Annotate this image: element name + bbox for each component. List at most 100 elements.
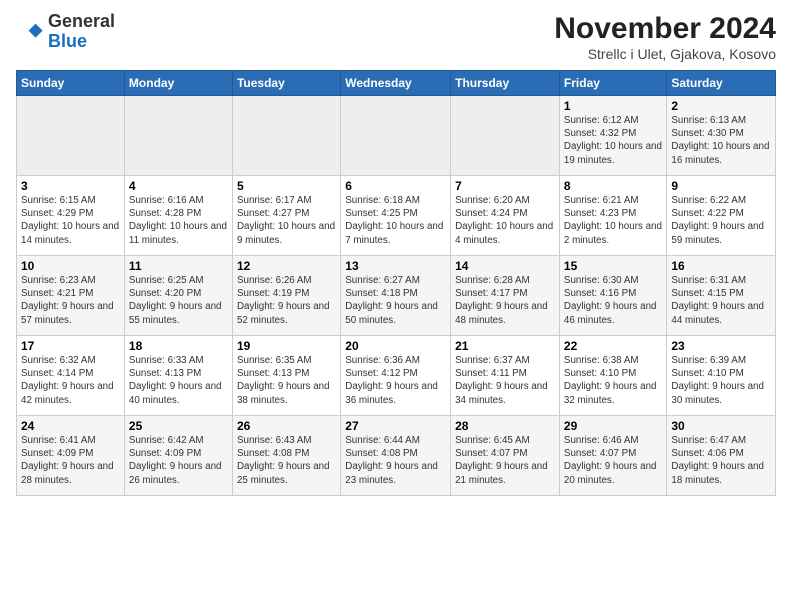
calendar-day bbox=[341, 96, 451, 176]
calendar-week: 10Sunrise: 6:23 AMSunset: 4:21 PMDayligh… bbox=[17, 256, 776, 336]
day-number: 28 bbox=[455, 419, 555, 433]
logo-general: General bbox=[48, 11, 115, 31]
calendar-day: 25Sunrise: 6:42 AMSunset: 4:09 PMDayligh… bbox=[124, 416, 232, 496]
calendar: SundayMondayTuesdayWednesdayThursdayFrid… bbox=[16, 70, 776, 496]
day-detail: Sunrise: 6:15 AMSunset: 4:29 PMDaylight:… bbox=[21, 194, 120, 247]
day-number: 27 bbox=[345, 419, 446, 433]
day-detail: Sunrise: 6:25 AMSunset: 4:20 PMDaylight:… bbox=[129, 274, 228, 327]
day-detail: Sunrise: 6:17 AMSunset: 4:27 PMDaylight:… bbox=[237, 194, 336, 247]
weekday-header: SundayMondayTuesdayWednesdayThursdayFrid… bbox=[17, 71, 776, 96]
day-number: 25 bbox=[129, 419, 228, 433]
day-detail: Sunrise: 6:23 AMSunset: 4:21 PMDaylight:… bbox=[21, 274, 120, 327]
day-number: 24 bbox=[21, 419, 120, 433]
day-detail: Sunrise: 6:37 AMSunset: 4:11 PMDaylight:… bbox=[455, 354, 555, 407]
calendar-day bbox=[124, 96, 232, 176]
weekday-header-cell: Sunday bbox=[17, 71, 125, 96]
day-number: 1 bbox=[564, 99, 662, 113]
day-detail: Sunrise: 6:31 AMSunset: 4:15 PMDaylight:… bbox=[671, 274, 771, 327]
day-number: 16 bbox=[671, 259, 771, 273]
calendar-day: 29Sunrise: 6:46 AMSunset: 4:07 PMDayligh… bbox=[559, 416, 666, 496]
day-number: 20 bbox=[345, 339, 446, 353]
day-number: 15 bbox=[564, 259, 662, 273]
day-detail: Sunrise: 6:42 AMSunset: 4:09 PMDaylight:… bbox=[129, 434, 228, 487]
calendar-day: 13Sunrise: 6:27 AMSunset: 4:18 PMDayligh… bbox=[341, 256, 451, 336]
month-title: November 2024 bbox=[554, 12, 776, 46]
day-detail: Sunrise: 6:22 AMSunset: 4:22 PMDaylight:… bbox=[671, 194, 771, 247]
calendar-day: 11Sunrise: 6:25 AMSunset: 4:20 PMDayligh… bbox=[124, 256, 232, 336]
day-detail: Sunrise: 6:26 AMSunset: 4:19 PMDaylight:… bbox=[237, 274, 336, 327]
day-detail: Sunrise: 6:33 AMSunset: 4:13 PMDaylight:… bbox=[129, 354, 228, 407]
location: Strellc i Ulet, Gjakova, Kosovo bbox=[554, 46, 776, 62]
calendar-day: 30Sunrise: 6:47 AMSunset: 4:06 PMDayligh… bbox=[667, 416, 776, 496]
calendar-day: 6Sunrise: 6:18 AMSunset: 4:25 PMDaylight… bbox=[341, 176, 451, 256]
calendar-day: 12Sunrise: 6:26 AMSunset: 4:19 PMDayligh… bbox=[232, 256, 340, 336]
day-detail: Sunrise: 6:39 AMSunset: 4:10 PMDaylight:… bbox=[671, 354, 771, 407]
day-detail: Sunrise: 6:38 AMSunset: 4:10 PMDaylight:… bbox=[564, 354, 662, 407]
day-detail: Sunrise: 6:44 AMSunset: 4:08 PMDaylight:… bbox=[345, 434, 446, 487]
day-detail: Sunrise: 6:41 AMSunset: 4:09 PMDaylight:… bbox=[21, 434, 120, 487]
weekday-header-cell: Thursday bbox=[451, 71, 560, 96]
day-number: 21 bbox=[455, 339, 555, 353]
calendar-day: 16Sunrise: 6:31 AMSunset: 4:15 PMDayligh… bbox=[667, 256, 776, 336]
calendar-day: 8Sunrise: 6:21 AMSunset: 4:23 PMDaylight… bbox=[559, 176, 666, 256]
day-detail: Sunrise: 6:35 AMSunset: 4:13 PMDaylight:… bbox=[237, 354, 336, 407]
header: General Blue November 2024 Strellc i Ule… bbox=[16, 12, 776, 62]
calendar-day: 19Sunrise: 6:35 AMSunset: 4:13 PMDayligh… bbox=[232, 336, 340, 416]
day-number: 30 bbox=[671, 419, 771, 433]
weekday-header-cell: Friday bbox=[559, 71, 666, 96]
calendar-day: 7Sunrise: 6:20 AMSunset: 4:24 PMDaylight… bbox=[451, 176, 560, 256]
calendar-day: 18Sunrise: 6:33 AMSunset: 4:13 PMDayligh… bbox=[124, 336, 232, 416]
calendar-day: 1Sunrise: 6:12 AMSunset: 4:32 PMDaylight… bbox=[559, 96, 666, 176]
calendar-day: 10Sunrise: 6:23 AMSunset: 4:21 PMDayligh… bbox=[17, 256, 125, 336]
day-number: 8 bbox=[564, 179, 662, 193]
day-detail: Sunrise: 6:32 AMSunset: 4:14 PMDaylight:… bbox=[21, 354, 120, 407]
calendar-day: 15Sunrise: 6:30 AMSunset: 4:16 PMDayligh… bbox=[559, 256, 666, 336]
day-detail: Sunrise: 6:36 AMSunset: 4:12 PMDaylight:… bbox=[345, 354, 446, 407]
day-number: 7 bbox=[455, 179, 555, 193]
day-number: 26 bbox=[237, 419, 336, 433]
weekday-header-cell: Saturday bbox=[667, 71, 776, 96]
logo-icon bbox=[16, 18, 44, 46]
day-detail: Sunrise: 6:18 AMSunset: 4:25 PMDaylight:… bbox=[345, 194, 446, 247]
day-detail: Sunrise: 6:47 AMSunset: 4:06 PMDaylight:… bbox=[671, 434, 771, 487]
day-number: 13 bbox=[345, 259, 446, 273]
weekday-header-cell: Tuesday bbox=[232, 71, 340, 96]
calendar-day: 26Sunrise: 6:43 AMSunset: 4:08 PMDayligh… bbox=[232, 416, 340, 496]
day-number: 5 bbox=[237, 179, 336, 193]
day-detail: Sunrise: 6:12 AMSunset: 4:32 PMDaylight:… bbox=[564, 114, 662, 167]
calendar-week: 17Sunrise: 6:32 AMSunset: 4:14 PMDayligh… bbox=[17, 336, 776, 416]
day-detail: Sunrise: 6:20 AMSunset: 4:24 PMDaylight:… bbox=[455, 194, 555, 247]
logo: General Blue bbox=[16, 12, 115, 52]
day-number: 10 bbox=[21, 259, 120, 273]
day-detail: Sunrise: 6:13 AMSunset: 4:30 PMDaylight:… bbox=[671, 114, 771, 167]
calendar-day: 4Sunrise: 6:16 AMSunset: 4:28 PMDaylight… bbox=[124, 176, 232, 256]
calendar-day: 28Sunrise: 6:45 AMSunset: 4:07 PMDayligh… bbox=[451, 416, 560, 496]
day-number: 18 bbox=[129, 339, 228, 353]
calendar-body: 1Sunrise: 6:12 AMSunset: 4:32 PMDaylight… bbox=[17, 96, 776, 496]
calendar-day: 3Sunrise: 6:15 AMSunset: 4:29 PMDaylight… bbox=[17, 176, 125, 256]
day-detail: Sunrise: 6:46 AMSunset: 4:07 PMDaylight:… bbox=[564, 434, 662, 487]
day-detail: Sunrise: 6:28 AMSunset: 4:17 PMDaylight:… bbox=[455, 274, 555, 327]
weekday-header-cell: Wednesday bbox=[341, 71, 451, 96]
calendar-day: 21Sunrise: 6:37 AMSunset: 4:11 PMDayligh… bbox=[451, 336, 560, 416]
day-number: 4 bbox=[129, 179, 228, 193]
calendar-day: 22Sunrise: 6:38 AMSunset: 4:10 PMDayligh… bbox=[559, 336, 666, 416]
day-detail: Sunrise: 6:27 AMSunset: 4:18 PMDaylight:… bbox=[345, 274, 446, 327]
calendar-day: 9Sunrise: 6:22 AMSunset: 4:22 PMDaylight… bbox=[667, 176, 776, 256]
day-number: 14 bbox=[455, 259, 555, 273]
day-number: 23 bbox=[671, 339, 771, 353]
day-detail: Sunrise: 6:21 AMSunset: 4:23 PMDaylight:… bbox=[564, 194, 662, 247]
logo-blue: Blue bbox=[48, 31, 87, 51]
day-number: 2 bbox=[671, 99, 771, 113]
logo-text: General Blue bbox=[48, 12, 115, 52]
calendar-day: 5Sunrise: 6:17 AMSunset: 4:27 PMDaylight… bbox=[232, 176, 340, 256]
day-number: 22 bbox=[564, 339, 662, 353]
calendar-day: 2Sunrise: 6:13 AMSunset: 4:30 PMDaylight… bbox=[667, 96, 776, 176]
calendar-week: 1Sunrise: 6:12 AMSunset: 4:32 PMDaylight… bbox=[17, 96, 776, 176]
day-detail: Sunrise: 6:30 AMSunset: 4:16 PMDaylight:… bbox=[564, 274, 662, 327]
calendar-day bbox=[17, 96, 125, 176]
day-detail: Sunrise: 6:16 AMSunset: 4:28 PMDaylight:… bbox=[129, 194, 228, 247]
calendar-day: 20Sunrise: 6:36 AMSunset: 4:12 PMDayligh… bbox=[341, 336, 451, 416]
calendar-day bbox=[451, 96, 560, 176]
calendar-day: 27Sunrise: 6:44 AMSunset: 4:08 PMDayligh… bbox=[341, 416, 451, 496]
